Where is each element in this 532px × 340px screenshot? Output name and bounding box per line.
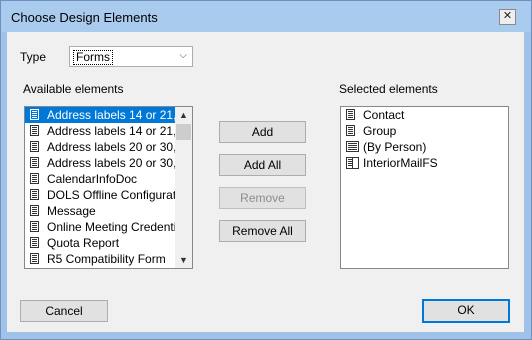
type-label: Type bbox=[20, 50, 47, 64]
ok-button[interactable]: OK bbox=[422, 299, 510, 323]
add-button[interactable]: Add bbox=[219, 121, 306, 143]
form-icon bbox=[30, 157, 39, 168]
form-icon bbox=[346, 125, 355, 136]
list-item[interactable]: CalendarInfoDoc bbox=[25, 171, 192, 187]
available-elements-label: Available elements bbox=[23, 82, 124, 96]
view-icon bbox=[346, 141, 359, 152]
remove-all-button[interactable]: Remove All bbox=[219, 220, 306, 242]
form-icon bbox=[30, 205, 39, 216]
form-icon bbox=[30, 109, 39, 120]
form-icon bbox=[30, 221, 39, 232]
list-item[interactable]: InteriorMailFS bbox=[341, 155, 508, 171]
list-item[interactable]: Address labels 14 or 21, bu bbox=[25, 107, 192, 123]
add-all-button[interactable]: Add All bbox=[219, 154, 306, 176]
list-item[interactable]: Quota Report bbox=[25, 235, 192, 251]
dialog-window: Choose Design Elements ✕ Type Forms ⌵ Av… bbox=[0, 0, 532, 340]
list-item[interactable]: Group bbox=[341, 123, 508, 139]
form-icon bbox=[30, 141, 39, 152]
dialog-title: Choose Design Elements bbox=[11, 10, 158, 25]
list-item[interactable]: DOLS Offline Configuration bbox=[25, 187, 192, 203]
form-icon bbox=[30, 189, 39, 200]
form-icon bbox=[30, 253, 39, 264]
list-item[interactable]: Address labels 20 or 30, pe bbox=[25, 155, 192, 171]
subform-icon bbox=[346, 157, 359, 169]
available-elements-list[interactable]: Address labels 14 or 21, bu Address labe… bbox=[24, 106, 193, 269]
type-dropdown[interactable]: Forms ⌵ bbox=[69, 46, 193, 67]
chevron-down-icon: ⌵ bbox=[179, 50, 187, 61]
form-icon bbox=[346, 109, 355, 120]
dialog-body: Type Forms ⌵ Available elements Address … bbox=[7, 32, 524, 332]
selected-elements-label: Selected elements bbox=[339, 82, 438, 96]
scroll-down-arrow-icon[interactable]: ▼ bbox=[175, 252, 192, 268]
list-item[interactable]: R5 Compatibility Form bbox=[25, 251, 192, 267]
available-list-scrollbar[interactable]: ▲ ▼ bbox=[175, 107, 192, 268]
form-icon bbox=[30, 125, 39, 136]
form-icon bbox=[30, 173, 39, 184]
scroll-up-arrow-icon[interactable]: ▲ bbox=[175, 107, 192, 123]
selected-elements-list[interactable]: Contact Group (By Person) InteriorMailFS bbox=[340, 106, 509, 269]
list-item[interactable]: Address labels 14 or 21, pe bbox=[25, 123, 192, 139]
scroll-thumb[interactable] bbox=[176, 124, 191, 140]
list-item[interactable]: Message bbox=[25, 203, 192, 219]
close-button[interactable]: ✕ bbox=[499, 9, 516, 25]
type-dropdown-value: Forms bbox=[73, 50, 113, 65]
list-item[interactable]: Online Meeting Credentials bbox=[25, 219, 192, 235]
form-icon bbox=[30, 237, 39, 248]
list-item[interactable]: Address labels 20 or 30, bu bbox=[25, 139, 192, 155]
remove-button[interactable]: Remove bbox=[219, 187, 306, 209]
title-bar[interactable]: Choose Design Elements ✕ bbox=[1, 1, 531, 32]
list-item[interactable]: (By Person) bbox=[341, 139, 508, 155]
cancel-button[interactable]: Cancel bbox=[20, 300, 108, 322]
list-item[interactable]: Contact bbox=[341, 107, 508, 123]
